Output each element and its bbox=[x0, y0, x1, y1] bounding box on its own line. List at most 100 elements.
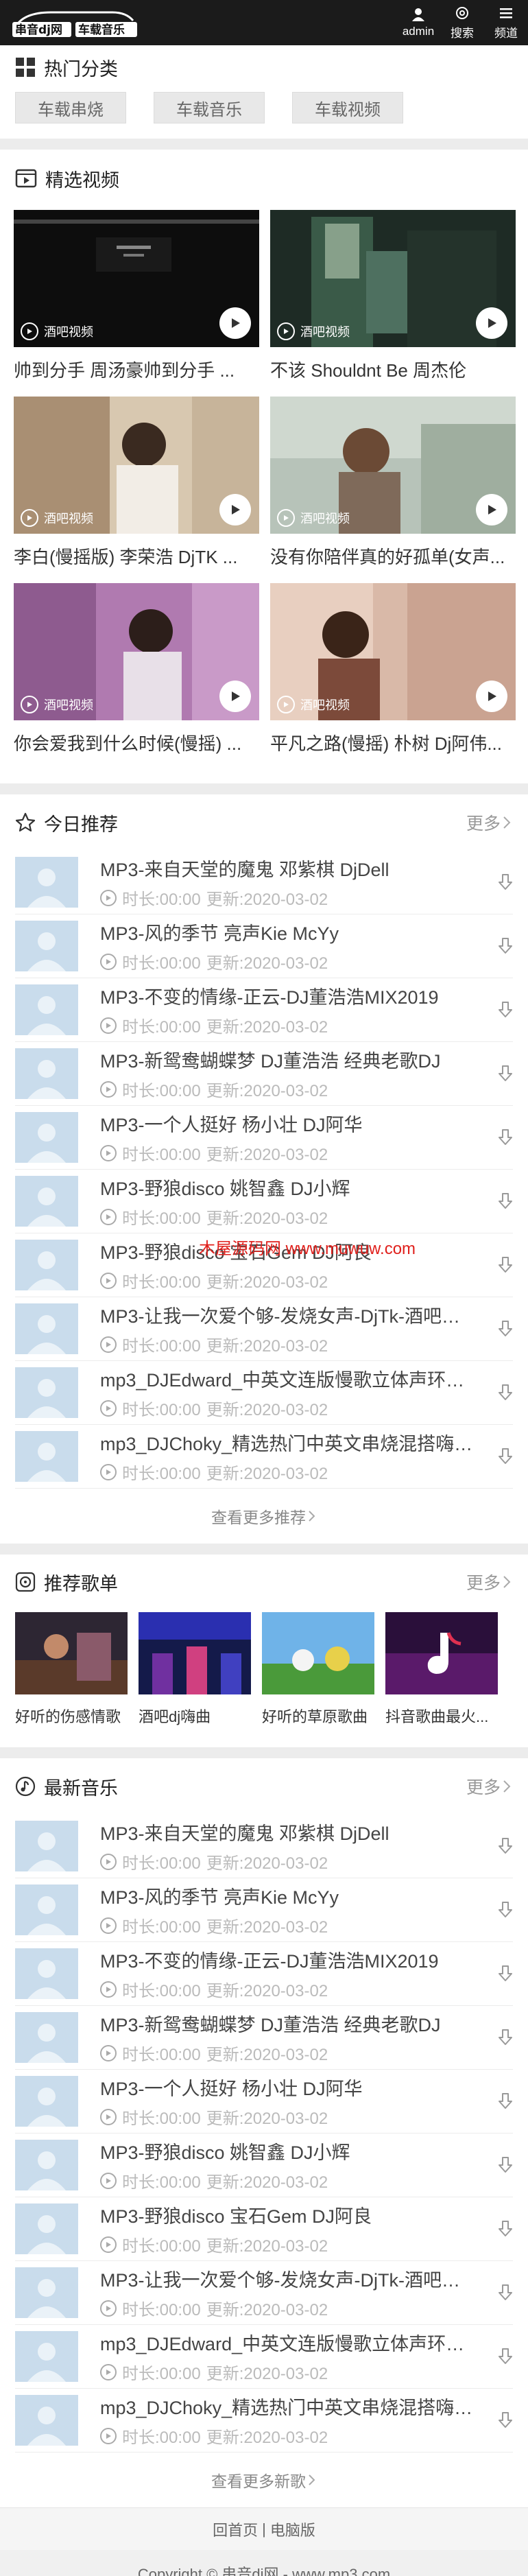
song-row[interactable]: MP3-野狼disco 姚智鑫 DJ小辉 时长:00:00 更新:2020-03-0… bbox=[15, 1170, 513, 1233]
play-button[interactable] bbox=[476, 494, 507, 525]
play-circle-icon[interactable] bbox=[100, 2044, 117, 2061]
video-title[interactable]: 李白(慢摇版) 李荣浩 DjTK ... bbox=[14, 543, 259, 569]
video-thumbnail[interactable]: 酒吧视频 bbox=[14, 210, 259, 347]
video-thumbnail[interactable]: 酒吧视频 bbox=[270, 583, 516, 720]
download-button[interactable] bbox=[485, 1901, 513, 1919]
download-button[interactable] bbox=[485, 2284, 513, 2302]
download-button[interactable] bbox=[485, 2092, 513, 2110]
download-button[interactable] bbox=[485, 2348, 513, 2365]
song-row[interactable]: MP3-不变的情缘-正云-DJ董浩浩MIX2019 时长:00:00 更新:2020… bbox=[15, 1942, 513, 2006]
play-button[interactable] bbox=[476, 307, 507, 339]
play-circle-icon[interactable] bbox=[100, 2427, 117, 2444]
song-name[interactable]: mp3_DJChoky_精选热门中英文串烧混搭嗨曲... bbox=[100, 2393, 473, 2420]
song-row[interactable]: MP3-一个人挺好 杨小壮 DJ阿华 时长:00:00 更新:2020-03-02 bbox=[15, 2070, 513, 2134]
category-button[interactable]: 车载视频 bbox=[292, 92, 403, 123]
song-name[interactable]: MP3-一个人挺好 杨小壮 DJ阿华 bbox=[100, 1110, 473, 1137]
play-circle-icon[interactable] bbox=[100, 1017, 117, 1034]
download-button[interactable] bbox=[485, 1384, 513, 1402]
song-name[interactable]: MP3-让我一次爱个够-发烧女声-DjTk-酒吧暖... bbox=[100, 1301, 473, 1328]
song-row[interactable]: MP3-新鸳鸯蝴蝶梦 DJ董浩浩 经典老歌DJ 时长:00:00 更新:2020-0… bbox=[15, 2006, 513, 2070]
play-circle-icon[interactable] bbox=[100, 1080, 117, 1098]
song-name[interactable]: MP3-风的季节 亮声Kie McYy bbox=[100, 1882, 473, 1909]
video-card[interactable]: 酒吧视频 李白(慢摇版) 李荣浩 DjTK ... bbox=[14, 397, 259, 583]
play-circle-icon[interactable] bbox=[100, 1272, 117, 1289]
play-button[interactable] bbox=[476, 681, 507, 712]
video-title[interactable]: 平凡之路(慢摇) 朴树 Dj阿伟... bbox=[270, 730, 516, 755]
playlists-more-link[interactable]: 更多 bbox=[466, 1570, 513, 1594]
song-row[interactable]: MP3-野狼disco 宝石Gem DJ阿良 时长:00:00 更新:2020-03… bbox=[15, 2197, 513, 2261]
download-button[interactable] bbox=[485, 937, 513, 955]
song-row[interactable]: mp3_DJChoky_精选热门中英文串烧混搭嗨曲... 时长:00:00 更新:2… bbox=[15, 1425, 513, 1489]
latest-more-link[interactable]: 更多 bbox=[466, 1774, 513, 1799]
play-circle-icon[interactable] bbox=[100, 1463, 117, 1480]
video-title[interactable]: 帅到分手 周汤豪帅到分手 ... bbox=[14, 357, 259, 382]
play-circle-icon[interactable] bbox=[100, 1399, 117, 1417]
download-button[interactable] bbox=[485, 2220, 513, 2238]
playlist-card[interactable]: 酒吧dj嗨曲 bbox=[139, 1612, 251, 1727]
site-logo[interactable]: 串音dj网 车载音乐 bbox=[10, 5, 140, 40]
playlist-card[interactable]: 抖音歌曲最火... bbox=[385, 1612, 498, 1727]
download-button[interactable] bbox=[485, 1447, 513, 1465]
playlist-card[interactable]: 好听的草原歌曲 bbox=[262, 1612, 374, 1727]
download-button[interactable] bbox=[485, 1256, 513, 1274]
play-circle-icon[interactable] bbox=[100, 1917, 117, 1934]
video-title[interactable]: 你会爱我到什么时候(慢摇) ... bbox=[14, 730, 259, 755]
category-button[interactable]: 车载音乐 bbox=[154, 92, 265, 123]
song-name[interactable]: mp3_DJEdward_中英文连版慢歌立体声环绕... bbox=[100, 2329, 473, 2356]
play-circle-icon[interactable] bbox=[100, 2300, 117, 2317]
song-name[interactable]: MP3-新鸳鸯蝴蝶梦 DJ董浩浩 经典老歌DJ bbox=[100, 2010, 473, 2037]
video-thumbnail[interactable]: 酒吧视频 bbox=[270, 210, 516, 347]
play-button[interactable] bbox=[219, 307, 251, 339]
category-button[interactable]: 车载串烧 bbox=[15, 92, 126, 123]
song-name[interactable]: MP3-风的季节 亮声Kie McYy bbox=[100, 919, 473, 945]
song-row[interactable]: MP3-来自天堂的魔鬼 邓紫棋 DjDell 时长:00:00 更新:2020-03… bbox=[15, 1815, 513, 1878]
play-circle-icon[interactable] bbox=[100, 2172, 117, 2189]
play-circle-icon[interactable] bbox=[100, 1981, 117, 1998]
song-name[interactable]: MP3-不变的情缘-正云-DJ董浩浩MIX2019 bbox=[100, 1946, 473, 1973]
play-circle-icon[interactable] bbox=[100, 2363, 117, 2380]
song-name[interactable]: MP3-来自天堂的魔鬼 邓紫棋 DjDell bbox=[100, 855, 473, 882]
song-row[interactable]: MP3-风的季节 亮声Kie McYy 时长:00:00 更新:2020-03-02 bbox=[15, 1878, 513, 1942]
download-button[interactable] bbox=[485, 1320, 513, 1338]
song-row[interactable]: mp3_DJEdward_中英文连版慢歌立体声环绕... 时长:00:00 更新:2… bbox=[15, 2325, 513, 2389]
playlist-card[interactable]: 好听的伤感情歌 bbox=[15, 1612, 128, 1727]
play-circle-icon[interactable] bbox=[100, 2108, 117, 2125]
download-button[interactable] bbox=[485, 1965, 513, 1983]
download-button[interactable] bbox=[485, 2156, 513, 2174]
song-name[interactable]: MP3-野狼disco 姚智鑫 DJ小辉 bbox=[100, 2138, 473, 2164]
today-more-link[interactable]: 更多 bbox=[466, 810, 513, 835]
play-circle-icon[interactable] bbox=[100, 889, 117, 906]
song-row[interactable]: MP3-来自天堂的魔鬼 邓紫棋 DjDell 时长:00:00 更新:2020-03… bbox=[15, 851, 513, 914]
video-card[interactable]: 酒吧视频 不该 Shouldnt Be 周杰伦 bbox=[270, 210, 516, 397]
play-circle-icon[interactable] bbox=[100, 1144, 117, 1161]
today-view-more[interactable]: 查看更多推荐 bbox=[0, 1489, 528, 1544]
video-card[interactable]: 酒吧视频 平凡之路(慢摇) 朴树 Dj阿伟... bbox=[270, 583, 516, 770]
latest-view-more[interactable]: 查看更多新歌 bbox=[0, 2453, 528, 2507]
nav-search[interactable]: 搜索 bbox=[440, 0, 484, 45]
song-name[interactable]: MP3-一个人挺好 杨小壮 DJ阿华 bbox=[100, 2074, 473, 2101]
download-button[interactable] bbox=[485, 873, 513, 891]
song-row[interactable]: MP3-让我一次爱个够-发烧女声-DjTk-酒吧暖... 时长:00:00 更新:2… bbox=[15, 2261, 513, 2325]
song-name[interactable]: MP3-来自天堂的魔鬼 邓紫棋 DjDell bbox=[100, 1819, 473, 1845]
video-card[interactable]: 酒吧视频 没有你陪伴真的好孤单(女声... bbox=[270, 397, 516, 583]
download-button[interactable] bbox=[485, 1001, 513, 1019]
song-row[interactable]: mp3_DJEdward_中英文连版慢歌立体声环绕... 时长:00:00 更新:2… bbox=[15, 1361, 513, 1425]
song-row[interactable]: mp3_DJChoky_精选热门中英文串烧混搭嗨曲... 时长:00:00 更新:2… bbox=[15, 2389, 513, 2453]
footer-home-link[interactable]: 回首页 bbox=[213, 2518, 258, 2540]
song-name[interactable]: mp3_DJEdward_中英文连版慢歌立体声环绕... bbox=[100, 1365, 473, 1392]
play-circle-icon[interactable] bbox=[100, 1336, 117, 1353]
song-row[interactable]: MP3-风的季节 亮声Kie McYy 时长:00:00 更新:2020-03-02 bbox=[15, 914, 513, 978]
song-name[interactable]: MP3-让我一次爱个够-发烧女声-DjTk-酒吧暖... bbox=[100, 2265, 473, 2292]
play-circle-icon[interactable] bbox=[100, 2236, 117, 2253]
song-name[interactable]: mp3_DJChoky_精选热门中英文串烧混搭嗨曲... bbox=[100, 1429, 473, 1456]
video-title[interactable]: 没有你陪伴真的好孤单(女声... bbox=[270, 543, 516, 569]
video-thumbnail[interactable]: 酒吧视频 bbox=[14, 397, 259, 534]
song-row[interactable]: MP3-让我一次爱个够-发烧女声-DjTk-酒吧暖... 时长:00:00 更新:2… bbox=[15, 1297, 513, 1361]
song-row[interactable]: MP3-野狼disco 姚智鑫 DJ小辉 时长:00:00 更新:2020-03-0… bbox=[15, 2134, 513, 2197]
play-circle-icon[interactable] bbox=[100, 1853, 117, 1870]
song-row[interactable]: MP3-新鸳鸯蝴蝶梦 DJ董浩浩 经典老歌DJ 时长:00:00 更新:2020-0… bbox=[15, 1042, 513, 1106]
song-row[interactable]: MP3-不变的情缘-正云-DJ董浩浩MIX2019 时长:00:00 更新:2020… bbox=[15, 978, 513, 1042]
video-title[interactable]: 不该 Shouldnt Be 周杰伦 bbox=[270, 357, 516, 382]
play-circle-icon[interactable] bbox=[100, 953, 117, 970]
video-thumbnail[interactable]: 酒吧视频 bbox=[14, 583, 259, 720]
